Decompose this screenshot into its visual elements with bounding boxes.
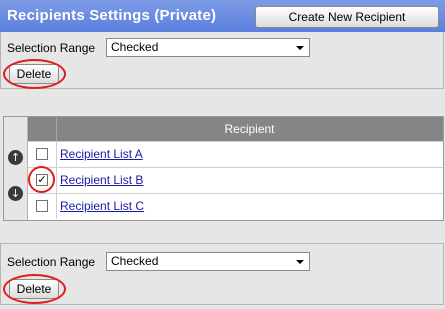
column-header-recipient: Recipient — [224, 122, 275, 136]
highlight-ring — [28, 166, 55, 193]
recipient-link[interactable]: Recipient List A — [60, 147, 143, 161]
row-checkbox[interactable] — [36, 200, 48, 212]
bottom-controls: Selection Range Checked Delete — [0, 243, 444, 305]
recipient-link[interactable]: Recipient List B — [60, 173, 143, 187]
highlight-ring — [3, 274, 66, 304]
selection-range-value: Checked — [111, 254, 159, 268]
chevron-down-icon — [296, 46, 304, 50]
selection-range-label: Selection Range — [7, 255, 96, 269]
selection-range-label: Selection Range — [7, 41, 96, 55]
page-header: Recipients Settings (Private) Create New… — [0, 0, 445, 32]
selection-range-value: Checked — [111, 40, 159, 54]
create-new-recipient-button[interactable]: Create New Recipient — [255, 6, 439, 28]
header-checkbox-cell — [28, 117, 57, 141]
table-row: Recipient List C — [28, 193, 443, 219]
table-row: ✓ Recipient List B — [28, 167, 443, 193]
page-title: Recipients Settings (Private) — [7, 7, 217, 24]
chevron-down-icon — [296, 260, 304, 264]
table-row: Recipient List A — [28, 141, 443, 167]
arrow-up-icon[interactable]: ↑ — [8, 150, 23, 165]
recipient-link[interactable]: Recipient List C — [60, 199, 144, 213]
recipient-table: ↑ ↓ Recipient Recipient List A ✓ Recipie… — [3, 116, 444, 221]
top-controls: Selection Range Checked Delete — [0, 32, 444, 89]
selection-range-select[interactable]: Checked — [106, 38, 310, 57]
arrow-down-icon[interactable]: ↓ — [8, 186, 23, 201]
highlight-ring — [3, 59, 66, 89]
reorder-column: ↑ ↓ — [4, 117, 28, 220]
selection-range-select[interactable]: Checked — [106, 252, 310, 271]
table-header: Recipient — [28, 117, 443, 141]
row-checkbox[interactable] — [36, 148, 48, 160]
